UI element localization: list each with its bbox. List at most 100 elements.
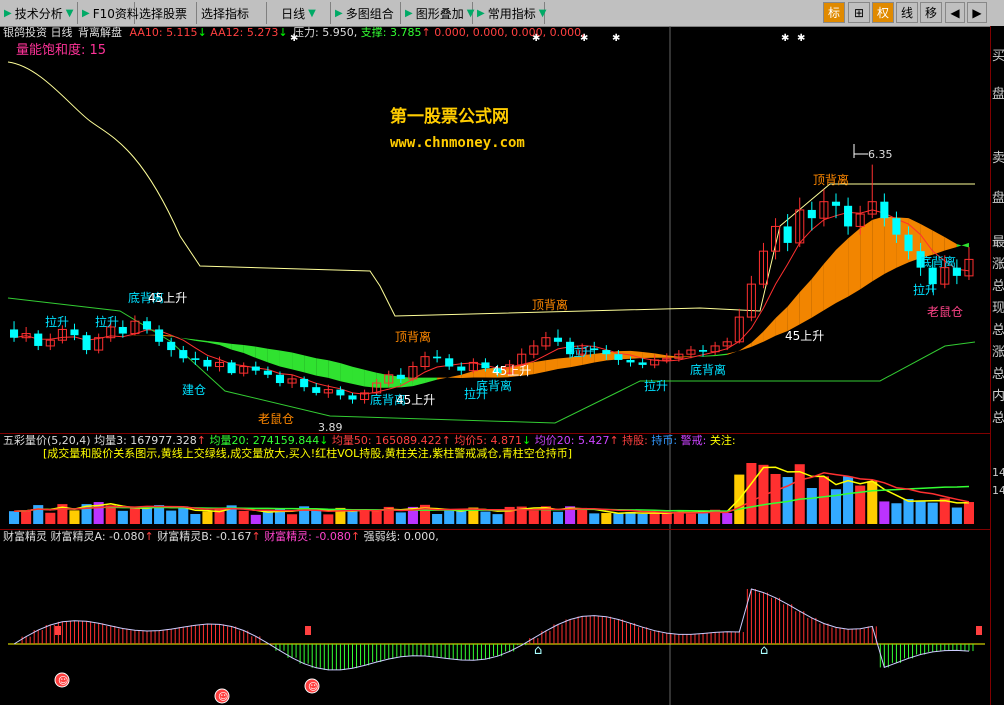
volume-bar [818,476,829,524]
watermark-url: www.chnmoney.com [390,135,525,151]
next-arrow-button[interactable]: ▶ [967,2,987,23]
volume-bar [238,510,249,524]
sell-marker-icon [976,626,982,635]
select-indicator-button[interactable]: 选择指标 [197,2,267,24]
quote-label: 现 [992,301,1004,316]
line-tool-button[interactable]: 线 [896,2,918,23]
house-marker-icon: ⌂ [534,643,542,658]
dropdown-icon: ▼ [65,7,74,19]
trend-band-segment [703,355,716,357]
quote-label: 内 [992,389,1004,404]
prev-arrow-button[interactable]: ◀ [945,2,965,23]
select-indicator-label: 选择指标 [201,6,250,21]
candle-down [457,366,466,371]
vol20-value: 274159.844 [252,434,320,447]
signal-label: 老鼠仓 [927,305,963,319]
volume-bar [33,505,44,524]
quote-label: 涨 [992,257,1004,272]
volume-bar [444,509,455,524]
aa10-value: 5.115 [166,26,198,39]
volume-bar [806,488,817,524]
watch-label: 关注: [709,434,736,447]
pressure-label: 压力: [293,26,319,39]
volume-bar [927,502,938,524]
star-marker-icon: ✱ [797,33,805,44]
smiley-face: ☺ [58,676,68,687]
signal-label: 45上升 [396,393,435,407]
candle-down [336,389,345,396]
aa12-value: 5.273 [246,26,279,39]
volume-bar [141,506,153,524]
move-tool-button[interactable]: 移 [920,2,942,23]
axis-value: 14 [992,466,1004,479]
candle-down [191,358,200,360]
vol3-value: 167977.328 [130,434,197,447]
signal-label: 拉升 [913,282,937,297]
volume-bar [202,511,213,524]
multi-chart-label: 多图组合 [345,6,394,21]
volume-bar [190,513,201,524]
trend-band-segment [848,228,861,297]
trend-band-segment [328,360,341,382]
trend-band-segment [243,344,256,358]
vol50-value: 165089.422 [375,434,442,447]
down-arrow-icon: ↓ [522,434,532,447]
volume-bar [577,507,588,524]
trend-band-segment [751,331,764,347]
volume-bar [371,509,382,524]
volume-bar [770,473,781,524]
candle-down [481,362,490,369]
candle-down [203,359,212,367]
chart-area[interactable]: ✱ ✱ ✱ ✱ ✱ ✱ 底背离 45上升 拉升 拉升 建仓 老鼠仓 顶背离 底背离 45上升 拉升 底背离 45上… [0,26,1004,705]
candle-down [251,366,260,371]
rights-tool-button[interactable]: 权 [872,2,894,23]
candle-down [614,354,623,360]
candle-down [179,350,188,359]
quote-label: 涨 [992,345,1004,360]
candle-down [263,370,272,375]
main-header: 银鸽投资 日线 背离解盘 AA10: 5.115↓ AA12: 5.273↓ 压… [3,26,585,39]
signal-label: 底背离 [476,378,512,393]
quote-label: 总 [992,367,1004,382]
candle-down [698,350,708,352]
wealth-c-value: -0.080 [315,530,351,543]
volume-bar [347,511,358,524]
support-label: 支撑: [360,26,387,39]
signal-label: 底背离 [920,254,956,269]
volume-bar [552,511,564,524]
f10-button[interactable]: ▶ F10资料 [78,2,139,24]
volume-bar [323,514,334,524]
mark-tool-button[interactable]: 标 [823,2,845,23]
up-arrow-icon: ↑ [251,530,261,543]
volume-bar [69,510,80,524]
trend-band-segment [231,343,244,353]
up-arrow-icon: ↑ [144,530,154,543]
signal-label: 底背离 [690,362,726,377]
axis-value: 14 [992,484,1004,497]
trend-band-segment [461,371,474,379]
multi-chart-button[interactable]: ▶ 多图组合 [331,2,401,24]
candle-down [783,226,792,243]
wealth-b-value: -0.167 [216,530,252,543]
volume-bar [287,514,298,524]
candle-down [844,205,853,227]
common-indicator-button[interactable]: ▶ 常用指标 ▼ [473,2,546,24]
candle-down [892,218,901,235]
volume-bar [601,513,612,524]
overlay-button[interactable]: ▶ 图形叠加 ▼ [401,2,474,24]
wealth-panel-divider [0,529,990,530]
stock-name: 银鸽投资 [3,26,47,39]
select-stock-button[interactable]: 选择股票 [135,2,197,24]
grid-tool-button[interactable]: ⊞ [848,2,870,23]
trend-band-segment [352,366,365,387]
trend-band-segment [183,338,196,341]
candle-down [227,362,236,374]
volume-bar [891,503,902,524]
quote-label: 买 [992,49,1004,64]
trend-band-segment [739,342,752,351]
tech-analysis-button[interactable]: ▶ 技术分析 ▼ [0,2,78,24]
warn-label: 警戒: [680,434,707,447]
trend-band-segment [292,352,305,373]
period-button[interactable]: 日线 ▼ [267,2,331,24]
pressure-value: 5.950, [322,26,358,39]
